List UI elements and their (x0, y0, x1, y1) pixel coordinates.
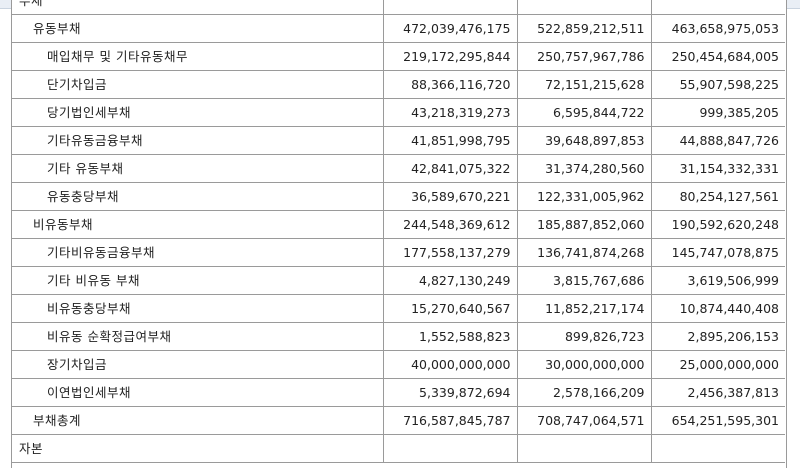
amount-cell: 716,587,845,787 (382, 406, 517, 435)
table-row: 부채 (11, 0, 785, 15)
amount-cell: 44,888,847,726 (650, 126, 785, 155)
amount-cell: 654,251,595,301 (650, 406, 785, 435)
amount-cell (382, 434, 517, 463)
amount-cell: 39,648,897,853 (516, 126, 651, 155)
amount-cell: 30,000,000,000 (516, 350, 651, 379)
amount-cell: 88,366,116,720 (382, 70, 517, 99)
table-row: 비유동충당부채 15,270,640,567 11,852,217,174 10,87… (11, 294, 785, 323)
amount-cell: 190,592,620,248 (650, 210, 785, 239)
amount-cell (650, 434, 785, 463)
amount-cell: 177,558,137,279 (382, 238, 517, 267)
row-label: 장기차입금 (11, 350, 383, 379)
amount-cell: 122,331,005,962 (516, 182, 651, 211)
amount-cell: 6,595,844,722 (516, 98, 651, 127)
row-label: 비유동 순확정급여부채 (11, 322, 383, 351)
amount-cell: 10,874,440,408 (650, 294, 785, 323)
amount-cell: 5,339,872,694 (382, 378, 517, 407)
amount-cell: 463,658,975,053 (650, 14, 785, 43)
row-label: 기타유동금융부채 (11, 126, 383, 155)
amount-cell: 4,827,130,249 (382, 266, 517, 295)
table-row: 부채총계 716,587,845,787 708,747,064,571 654,25… (11, 406, 785, 435)
amount-cell: 3,815,767,686 (516, 266, 651, 295)
table-row: 매입채무 및 기타유동채무 219,172,295,844 250,757,967,… (11, 42, 785, 71)
amount-cell: 80,254,127,561 (650, 182, 785, 211)
amount-cell: 185,887,852,060 (516, 210, 651, 239)
table-row: 이연법인세부채 5,339,872,694 2,578,166,209 2,456,3… (11, 378, 785, 407)
row-label: 부채 (11, 0, 383, 15)
table-row: 당기법인세부채 43,218,319,273 6,595,844,722 999,38… (11, 98, 785, 127)
amount-cell: 1,552,588,823 (382, 322, 517, 351)
table-row: 기타유동금융부채 41,851,998,795 39,648,897,853 44,8… (11, 126, 785, 155)
amount-cell: 55,907,598,225 (650, 70, 785, 99)
amount-cell: 999,385,205 (650, 98, 785, 127)
table-row: 기타 유동부채 42,841,075,322 31,374,280,560 31,15… (11, 154, 785, 183)
row-label: 부채총계 (11, 406, 383, 435)
amount-cell (516, 0, 651, 15)
row-label: 유동부채 (11, 14, 383, 43)
row-label: 비유동충당부채 (11, 294, 383, 323)
table-row: 자본 (11, 434, 785, 463)
amount-cell: 219,172,295,844 (382, 42, 517, 71)
amount-cell: 472,039,476,175 (382, 14, 517, 43)
table-row: 기타 비유동 부채 4,827,130,249 3,815,767,686 3,619… (11, 266, 785, 295)
amount-cell: 36,589,670,221 (382, 182, 517, 211)
table-body: 부채 유동부채 472,039,476,175 522,859,212,511 463,… (11, 0, 785, 463)
table-row: 기타비유동금융부채 177,558,137,279 136,741,874,268 1… (11, 238, 785, 267)
row-label: 당기법인세부채 (11, 98, 383, 127)
amount-cell: 25,000,000,000 (650, 350, 785, 379)
amount-cell: 244,548,369,612 (382, 210, 517, 239)
table-row: 장기차입금 40,000,000,000 30,000,000,000 25,000,… (11, 350, 785, 379)
amount-cell: 899,826,723 (516, 322, 651, 351)
row-label: 기타비유동금융부채 (11, 238, 383, 267)
balance-sheet-table: 부채 유동부채 472,039,476,175 522,859,212,511 463,… (11, 0, 785, 463)
amount-cell (650, 0, 785, 15)
amount-cell: 31,154,332,331 (650, 154, 785, 183)
amount-cell: 11,852,217,174 (516, 294, 651, 323)
amount-cell: 2,578,166,209 (516, 378, 651, 407)
row-label: 매입채무 및 기타유동채무 (11, 42, 383, 71)
amount-cell: 41,851,998,795 (382, 126, 517, 155)
row-label: 기타 비유동 부채 (11, 266, 383, 295)
table-row: 유동충당부채 36,589,670,221 122,331,005,962 80,25… (11, 182, 785, 211)
amount-cell: 2,895,206,153 (650, 322, 785, 351)
amount-cell (382, 0, 517, 15)
amount-cell: 40,000,000,000 (382, 350, 517, 379)
row-label: 단기차입금 (11, 70, 383, 99)
amount-cell: 3,619,506,999 (650, 266, 785, 295)
row-label: 기타 유동부채 (11, 154, 383, 183)
amount-cell: 42,841,075,322 (382, 154, 517, 183)
amount-cell: 72,151,215,628 (516, 70, 651, 99)
row-label: 비유동부채 (11, 210, 383, 239)
row-label: 이연법인세부채 (11, 378, 383, 407)
amount-cell: 136,741,874,268 (516, 238, 651, 267)
row-label: 유동충당부채 (11, 182, 383, 211)
amount-cell: 250,757,967,786 (516, 42, 651, 71)
table-row: 비유동 순확정급여부채 1,552,588,823 899,826,723 2,895… (11, 322, 785, 351)
amount-cell: 43,218,319,273 (382, 98, 517, 127)
amount-cell: 31,374,280,560 (516, 154, 651, 183)
amount-cell (516, 434, 651, 463)
table-row: 비유동부채 244,548,369,612 185,887,852,060 190,5… (11, 210, 785, 239)
amount-cell: 2,456,387,813 (650, 378, 785, 407)
amount-cell: 145,747,078,875 (650, 238, 785, 267)
amount-cell: 522,859,212,511 (516, 14, 651, 43)
amount-cell: 250,454,684,005 (650, 42, 785, 71)
table-row: 유동부채 472,039,476,175 522,859,212,511 463,65… (11, 14, 785, 43)
row-label: 자본 (11, 434, 383, 463)
amount-cell: 708,747,064,571 (516, 406, 651, 435)
amount-cell: 15,270,640,567 (382, 294, 517, 323)
table-row: 단기차입금 88,366,116,720 72,151,215,628 55,907,… (11, 70, 785, 99)
